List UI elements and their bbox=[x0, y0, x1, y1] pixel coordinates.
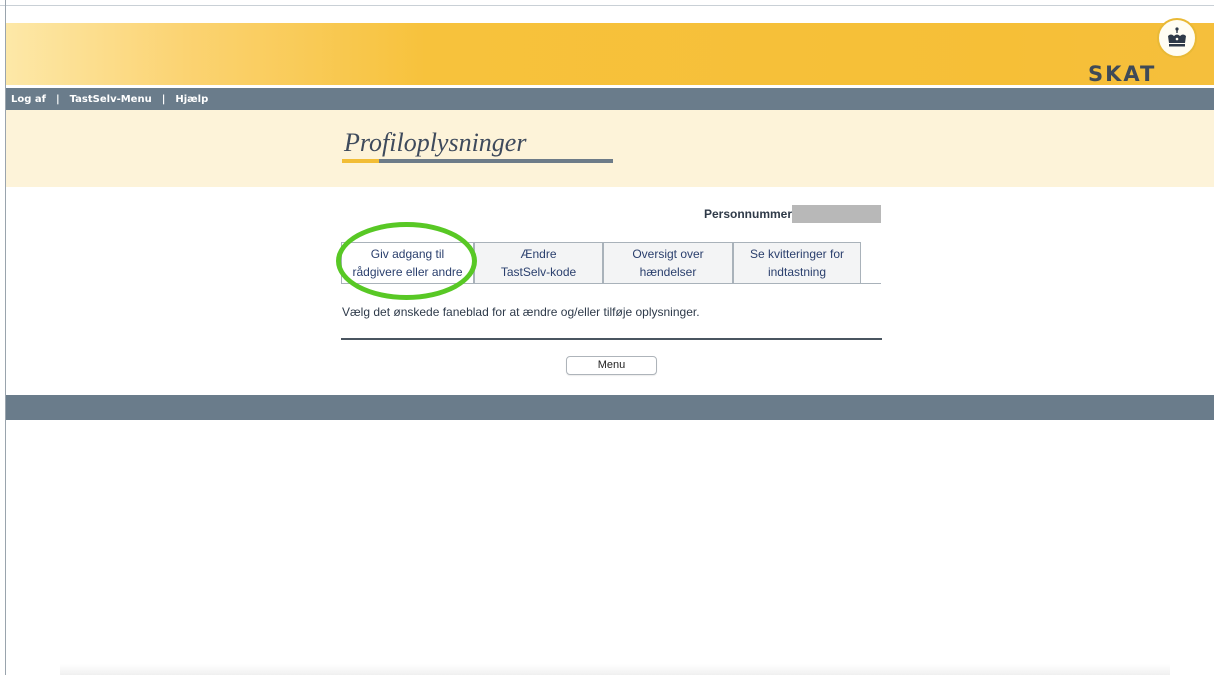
page-title: Profiloplysninger bbox=[344, 128, 527, 157]
content-divider bbox=[341, 338, 882, 340]
menu-button[interactable]: Menu bbox=[566, 356, 657, 375]
personnummer-value-redacted bbox=[792, 205, 881, 223]
profile-tabs: Giv adgang til rådgivere eller andre Ænd… bbox=[341, 242, 881, 284]
tab-label-line2: hændelser bbox=[639, 265, 697, 279]
tabs-baseline bbox=[341, 283, 881, 284]
title-band bbox=[6, 110, 1214, 187]
tab-kvitteringer[interactable]: Se kvitteringer for indtastning bbox=[733, 242, 861, 284]
skat-logo[interactable]: SKAT bbox=[1088, 62, 1156, 86]
personnummer-label: Personnummer: bbox=[704, 207, 797, 221]
instruction-text: Vælg det ønskede faneblad for at ændre o… bbox=[342, 305, 700, 319]
crown-icon bbox=[1157, 18, 1197, 58]
tab-label-line2: rådgivere eller andre bbox=[352, 265, 463, 279]
tab-aendre-kode[interactable]: Ændre TastSelv-kode bbox=[474, 242, 603, 284]
bottom-shadow bbox=[60, 664, 1170, 675]
top-navigation: Log af | TastSelv-Menu | Hjælp bbox=[6, 88, 1214, 110]
nav-separator: | bbox=[55, 93, 60, 105]
tab-giv-adgang[interactable]: Giv adgang til rådgivere eller andre bbox=[341, 242, 474, 284]
tab-label-line1: Se kvitteringer for bbox=[749, 247, 845, 261]
tab-label-line2: indtastning bbox=[767, 265, 827, 279]
title-underline-accent bbox=[342, 159, 379, 163]
tab-label-line1: Giv adgang til bbox=[370, 247, 445, 261]
footer-bar bbox=[6, 395, 1214, 420]
tastselv-menu-link[interactable]: TastSelv-Menu bbox=[70, 94, 152, 105]
top-border bbox=[0, 5, 1214, 6]
tab-label-line1: Oversigt over bbox=[632, 247, 704, 261]
tab-label-line2: TastSelv-kode bbox=[500, 265, 577, 279]
tab-oversigt-haendelser[interactable]: Oversigt over hændelser bbox=[603, 242, 733, 284]
logout-link[interactable]: Log af bbox=[11, 94, 46, 105]
nav-separator: | bbox=[161, 93, 166, 105]
help-link[interactable]: Hjælp bbox=[175, 94, 208, 105]
header-banner bbox=[6, 23, 1214, 85]
title-underline bbox=[379, 159, 613, 163]
tab-label-line1: Ændre bbox=[520, 247, 557, 261]
